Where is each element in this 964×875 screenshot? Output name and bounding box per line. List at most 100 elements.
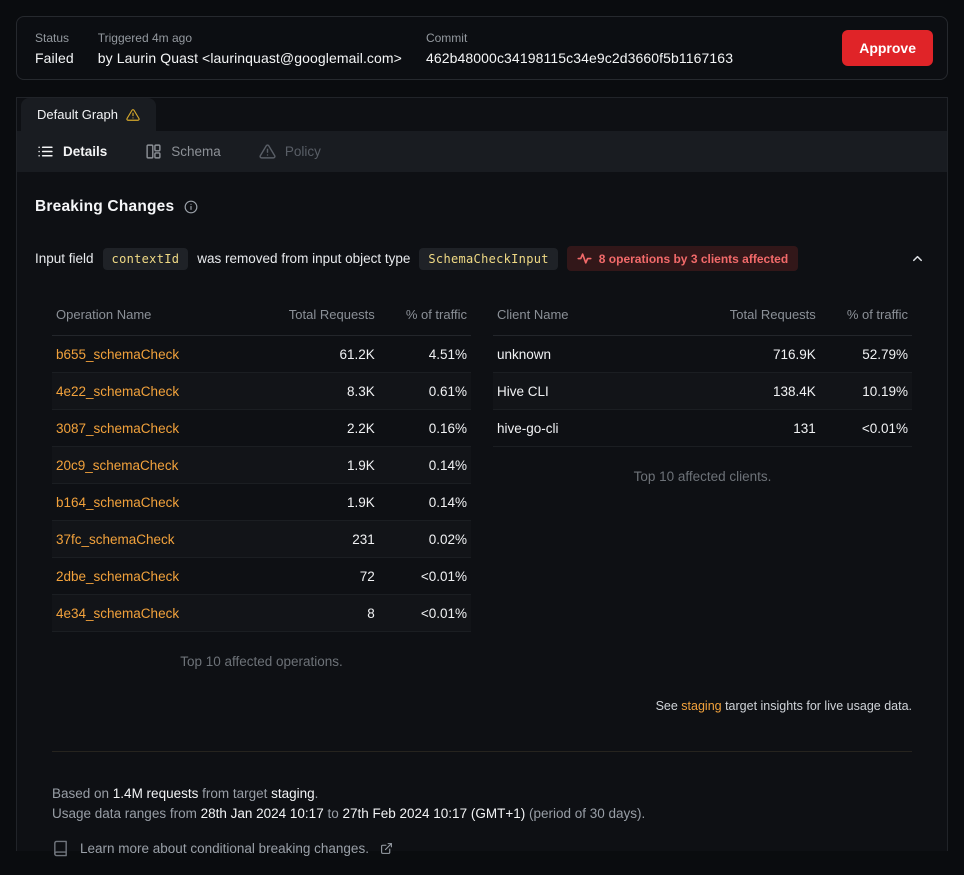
client-requests-cell: 138.4K <box>694 373 820 410</box>
operation-requests-cell: 2.2K <box>253 410 379 447</box>
operation-row: 4e22_schemaCheck 8.3K 0.61% <box>52 373 471 410</box>
date-to: 27th Feb 2024 10:17 (GMT+1) <box>342 806 525 821</box>
tab-details-label: Details <box>63 144 107 159</box>
operation-traffic-cell: 0.61% <box>379 373 471 410</box>
operation-traffic-cell: 0.14% <box>379 484 471 521</box>
operation-traffic-cell: 0.02% <box>379 521 471 558</box>
tab-details[interactable]: Details <box>37 143 107 160</box>
client-row: unknown 716.9K 52.79% <box>493 336 912 373</box>
tab-schema[interactable]: Schema <box>145 143 221 160</box>
info-icon[interactable] <box>184 200 198 214</box>
operation-requests-cell: 1.9K <box>253 447 379 484</box>
period-prefix: Usage data ranges from <box>52 806 201 821</box>
operation-row: b164_schemaCheck 1.9K 0.14% <box>52 484 471 521</box>
operation-requests-cell: 231 <box>253 521 379 558</box>
learn-more-link[interactable]: Learn more about conditional breaking ch… <box>35 840 929 857</box>
client-name-cell: unknown <box>493 336 694 373</box>
client-name-cell: hive-go-cli <box>493 410 694 447</box>
client-name-cell: Hive CLI <box>493 373 694 410</box>
breaking-change-row: Input field contextId was removed from i… <box>35 246 929 271</box>
operation-requests-cell: 8.3K <box>253 373 379 410</box>
usage-summary-line2: Usage data ranges from 28th Jan 2024 10:… <box>52 804 912 824</box>
client-row: Hive CLI 138.4K 10.19% <box>493 373 912 410</box>
to-word: to <box>324 806 343 821</box>
change-prefix: Input field <box>35 251 94 266</box>
staging-target-link[interactable]: staging <box>681 699 721 713</box>
change-middle: was removed from input object type <box>197 251 410 266</box>
client-traffic-cell: 10.19% <box>820 373 912 410</box>
tab-policy-label: Policy <box>285 144 321 159</box>
clients-caption: Top 10 affected clients. <box>493 469 912 484</box>
clients-header-traffic: % of traffic <box>820 299 912 336</box>
commit-hash: 462b48000c34198115c34e9c2d3660f5b1167163 <box>426 50 733 66</box>
list-icon <box>37 143 54 160</box>
operation-name-cell: 3087_schemaCheck <box>52 410 253 447</box>
tab-default-graph[interactable]: Default Graph <box>21 98 156 131</box>
operations-table: Operation Name Total Requests % of traff… <box>52 299 471 632</box>
operation-link[interactable]: 4e22_schemaCheck <box>56 384 179 399</box>
usage-tables: Operation Name Total Requests % of traff… <box>35 299 929 669</box>
clients-table-header-row: Client Name Total Requests % of traffic <box>493 299 912 336</box>
date-from: 28th Jan 2024 10:17 <box>201 806 324 821</box>
breaking-changes-title: Breaking Changes <box>35 198 174 216</box>
operation-link[interactable]: 4e34_schemaCheck <box>56 606 179 621</box>
operation-requests-cell: 1.9K <box>253 484 379 521</box>
graph-tab-row: Default Graph <box>17 98 947 131</box>
status-column: Status Failed <box>35 31 74 66</box>
operation-row: b655_schemaCheck 61.2K 4.51% <box>52 336 471 373</box>
based-prefix: Based on <box>52 786 113 801</box>
section-divider <box>52 751 912 752</box>
operation-name-cell: 4e34_schemaCheck <box>52 595 253 632</box>
clients-header-name: Client Name <box>493 299 694 336</box>
requests-count: 1.4M requests <box>113 786 199 801</box>
clients-table-container: Client Name Total Requests % of traffic … <box>493 299 912 669</box>
operation-requests-cell: 8 <box>253 595 379 632</box>
operation-name-cell: 4e22_schemaCheck <box>52 373 253 410</box>
client-requests-cell: 716.9K <box>694 336 820 373</box>
book-icon <box>52 840 69 857</box>
clients-header-requests: Total Requests <box>694 299 820 336</box>
learn-more-label: Learn more about conditional breaking ch… <box>80 841 369 856</box>
operation-name-cell: b164_schemaCheck <box>52 484 253 521</box>
field-code-badge: contextId <box>103 248 189 270</box>
type-code-badge: SchemaCheckInput <box>419 248 557 270</box>
operation-link[interactable]: 20c9_schemaCheck <box>56 458 178 473</box>
usage-summary-line1: Based on 1.4M requests from target stagi… <box>52 784 912 804</box>
pulse-icon <box>577 251 592 266</box>
schema-check-panel: Default Graph Details <box>16 97 948 851</box>
target-name: staging <box>271 786 315 801</box>
graph-tab-label: Default Graph <box>37 107 118 122</box>
commit-column: Commit 462b48000c34198115c34e9c2d3660f5b… <box>426 31 733 66</box>
operations-caption: Top 10 affected operations. <box>52 654 471 669</box>
operation-link[interactable]: 37fc_schemaCheck <box>56 532 175 547</box>
clients-table: Client Name Total Requests % of traffic … <box>493 299 912 447</box>
operation-link[interactable]: 2dbe_schemaCheck <box>56 569 179 584</box>
triggered-column: Triggered 4m ago by Laurin Quast <laurin… <box>98 31 402 66</box>
insights-suffix: target insights for live usage data. <box>722 699 912 713</box>
operation-traffic-cell: 4.51% <box>379 336 471 373</box>
operation-link[interactable]: b164_schemaCheck <box>56 495 179 510</box>
operation-requests-cell: 61.2K <box>253 336 379 373</box>
affected-operations-badge[interactable]: 8 operations by 3 clients affected <box>567 246 798 271</box>
warning-icon <box>259 143 276 160</box>
operations-header-name: Operation Name <box>52 299 253 336</box>
check-summary-card: Status Failed Triggered 4m ago by Laurin… <box>16 16 948 80</box>
operation-row: 3087_schemaCheck 2.2K 0.16% <box>52 410 471 447</box>
schema-icon <box>145 143 162 160</box>
affected-badge-label: 8 operations by 3 clients affected <box>599 252 788 266</box>
insights-prefix: See <box>656 699 682 713</box>
status-label: Status <box>35 31 74 45</box>
operation-traffic-cell: <0.01% <box>379 595 471 632</box>
collapse-chevron-up-icon[interactable] <box>906 247 929 270</box>
status-value: Failed <box>35 50 74 66</box>
tab-policy[interactable]: Policy <box>259 143 321 160</box>
operation-traffic-cell: 0.14% <box>379 447 471 484</box>
warning-icon <box>126 108 140 122</box>
operation-row: 20c9_schemaCheck 1.9K 0.14% <box>52 447 471 484</box>
commit-label: Commit <box>426 31 733 45</box>
details-content: Breaking Changes Input field contextId w… <box>17 172 947 857</box>
operation-link[interactable]: 3087_schemaCheck <box>56 421 179 436</box>
operation-link[interactable]: b655_schemaCheck <box>56 347 179 362</box>
operation-row: 37fc_schemaCheck 231 0.02% <box>52 521 471 558</box>
approve-button[interactable]: Approve <box>842 30 933 66</box>
